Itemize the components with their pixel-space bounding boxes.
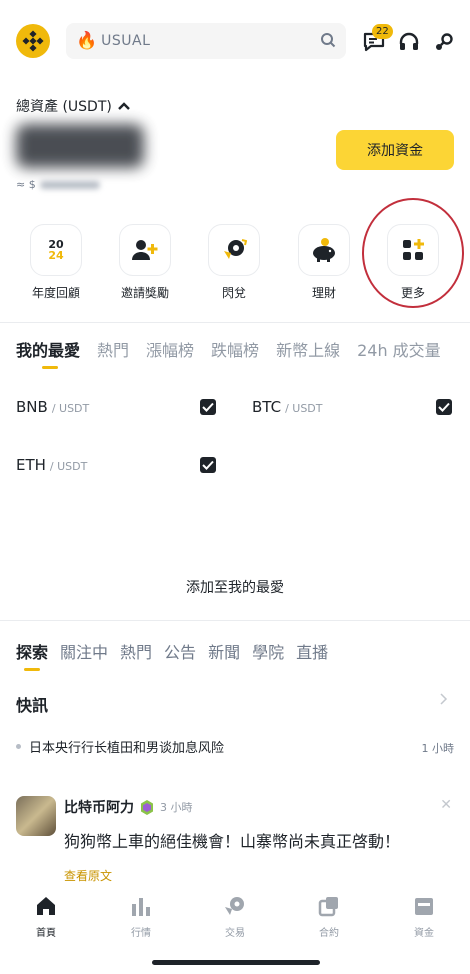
nav-assets[interactable]: 資金 bbox=[394, 894, 454, 939]
section-divider bbox=[0, 620, 470, 621]
total-assets-toggle[interactable]: 總資產 (USDT) bbox=[16, 96, 130, 116]
favorite-pair-eth[interactable]: ETH / USDT bbox=[16, 456, 87, 474]
nav-label: 行情 bbox=[131, 928, 151, 939]
author-name[interactable]: 比特币阿力 bbox=[64, 797, 134, 817]
headset-icon[interactable] bbox=[397, 30, 421, 54]
close-icon[interactable]: ✕ bbox=[440, 797, 452, 813]
tab-losers[interactable]: 跌幅榜 bbox=[211, 337, 259, 361]
tab-new-listings[interactable]: 新幣上線 bbox=[276, 337, 340, 361]
tab-following[interactable]: 關注中 bbox=[60, 639, 108, 663]
link-icon[interactable] bbox=[432, 30, 456, 54]
hidden-fiat-value bbox=[39, 180, 100, 189]
market-tabs: 我的最愛 熱門 漲幅榜 跌幅榜 新幣上線 24h 成交量 bbox=[16, 337, 441, 361]
quick-action-label: 閃兌 bbox=[221, 286, 246, 300]
pair-quote: / USDT bbox=[51, 402, 90, 415]
pair-quote: / USDT bbox=[285, 402, 323, 415]
chevron-up-icon bbox=[117, 102, 130, 110]
trade-icon bbox=[205, 894, 265, 918]
quick-action-referral[interactable]: 邀請獎勵 bbox=[110, 224, 180, 301]
tab-news[interactable]: 新聞 bbox=[208, 639, 240, 663]
nav-futures[interactable]: 合約 bbox=[299, 894, 359, 939]
tab-hot[interactable]: 熱門 bbox=[97, 337, 129, 361]
favorite-pair-bnb[interactable]: BNB / USDT bbox=[16, 398, 89, 416]
top-header: 🔥 USUAL 22 bbox=[0, 20, 470, 64]
active-tab-indicator bbox=[24, 668, 40, 671]
quick-action-label: 邀請獎勵 bbox=[120, 286, 169, 300]
nav-label: 交易 bbox=[225, 928, 245, 939]
hidden-balance-value bbox=[16, 124, 144, 168]
quick-action-earn[interactable]: 理財 bbox=[289, 224, 359, 301]
tab-24h-volume[interactable]: 24h 成交量 bbox=[357, 337, 441, 361]
binance-logo-icon[interactable] bbox=[16, 24, 50, 58]
highlight-circle-annotation bbox=[362, 198, 464, 308]
tab-academy[interactable]: 學院 bbox=[252, 639, 284, 663]
search-bar[interactable]: 🔥 USUAL bbox=[66, 23, 346, 59]
nav-label: 合約 bbox=[319, 928, 339, 939]
tab-discover[interactable]: 探索 bbox=[16, 639, 48, 663]
add-funds-button[interactable]: 添加資金 bbox=[336, 130, 454, 170]
pair-symbol: BTC bbox=[252, 398, 282, 416]
notification-badge: 22 bbox=[372, 24, 393, 39]
checkbox-checked-eth[interactable] bbox=[200, 457, 216, 473]
author-avatar[interactable] bbox=[16, 796, 56, 836]
tab-announcements[interactable]: 公告 bbox=[164, 639, 196, 663]
search-icon[interactable] bbox=[320, 32, 336, 52]
quick-action-label: 年度回顧 bbox=[31, 286, 80, 300]
nav-markets[interactable]: 行情 bbox=[111, 894, 171, 939]
flash-news-title[interactable]: 快訊 bbox=[16, 692, 48, 716]
chevron-right-icon[interactable] bbox=[440, 693, 448, 705]
flash-news-item[interactable]: 日本央行行长植田和男谈加息风险 bbox=[16, 737, 224, 756]
quick-action-convert[interactable]: 閃兌 bbox=[199, 224, 269, 301]
quick-action-label: 理財 bbox=[311, 286, 336, 300]
fire-icon: 🔥 bbox=[76, 31, 98, 51]
verified-badge-icon bbox=[141, 799, 153, 815]
2024-calendar-icon: 20 24 bbox=[30, 224, 82, 276]
nav-label: 首頁 bbox=[36, 928, 56, 939]
wallet-icon bbox=[394, 894, 454, 918]
approx-balance: ≈ $ bbox=[16, 178, 100, 191]
pair-quote: / USDT bbox=[49, 460, 88, 473]
futures-icon bbox=[299, 894, 359, 918]
nav-home[interactable]: 首頁 bbox=[16, 894, 76, 939]
post-content[interactable]: 狗狗幣上車的絕佳機會！山寨幣尚未真正啓動！ bbox=[64, 828, 400, 852]
nav-trade[interactable]: 交易 bbox=[205, 894, 265, 939]
home-icon bbox=[16, 894, 76, 918]
piggy-bank-icon bbox=[298, 224, 350, 276]
flash-news-headline: 日本央行行长植田和男谈加息风险 bbox=[29, 741, 225, 756]
post-header: 比特币阿力 3 小時 bbox=[64, 797, 193, 817]
swap-coin-icon bbox=[208, 224, 260, 276]
bullet-dot bbox=[16, 744, 21, 749]
favorite-pair-btc[interactable]: BTC / USDT bbox=[252, 398, 323, 416]
tab-favorites[interactable]: 我的最愛 bbox=[16, 337, 80, 361]
view-original-link[interactable]: 查看原文 bbox=[64, 867, 112, 884]
add-to-favorites-button[interactable]: 添加至我的最愛 bbox=[0, 577, 470, 597]
post-time: 3 小時 bbox=[160, 801, 193, 814]
pair-symbol: ETH bbox=[16, 456, 46, 474]
nav-label: 資金 bbox=[414, 928, 434, 939]
tab-trending[interactable]: 熱門 bbox=[120, 639, 152, 663]
total-assets-label: 總資產 (USDT) bbox=[16, 99, 112, 115]
tab-live[interactable]: 直播 bbox=[296, 639, 328, 663]
search-placeholder: USUAL bbox=[101, 33, 151, 49]
checkbox-checked-btc[interactable] bbox=[436, 399, 452, 415]
section-divider bbox=[0, 322, 470, 323]
quick-action-annual-review[interactable]: 20 24 年度回顧 bbox=[21, 224, 91, 301]
tab-gainers[interactable]: 漲幅榜 bbox=[146, 337, 194, 361]
approx-prefix: ≈ $ bbox=[16, 178, 36, 191]
home-indicator-bar bbox=[152, 960, 320, 965]
content-tabs: 探索 關注中 熱門 公告 新聞 學院 直播 bbox=[16, 639, 328, 663]
checkbox-checked-bnb[interactable] bbox=[200, 399, 216, 415]
icon-text-bottom: 24 bbox=[48, 249, 64, 262]
active-tab-indicator bbox=[42, 366, 58, 369]
pair-symbol: BNB bbox=[16, 398, 48, 416]
flash-news-time: 1 小時 bbox=[421, 742, 455, 755]
add-user-icon bbox=[119, 224, 171, 276]
bar-chart-icon bbox=[111, 894, 171, 918]
